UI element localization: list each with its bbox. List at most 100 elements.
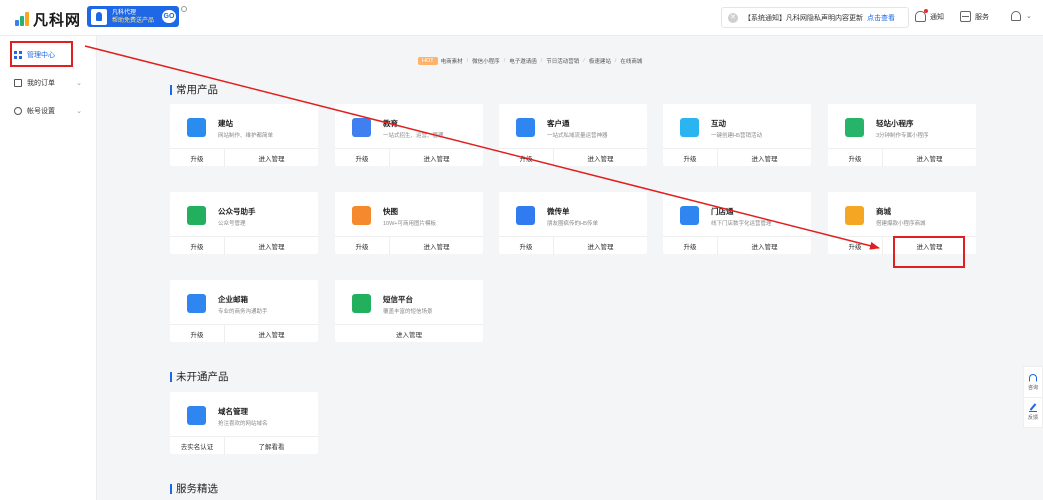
chevron-down-icon: ⌄ — [76, 80, 82, 87]
product-actions: 升级 进入管理 — [499, 148, 647, 167]
hot-link[interactable]: 微信小程序 — [472, 57, 500, 65]
upgrade-button[interactable]: 升级 — [335, 237, 390, 255]
manage-button[interactable]: 进入管理 — [225, 325, 318, 343]
section-title: 未开通产品 — [176, 371, 229, 383]
education-icon — [352, 118, 371, 137]
manage-button[interactable]: 进入管理 — [718, 237, 811, 255]
manage-button[interactable]: 了解看看 — [225, 437, 318, 455]
manage-button[interactable]: 进入管理 — [883, 149, 976, 167]
product-description: 一站式招生、运营、管理 — [383, 133, 444, 139]
sidebar-item-label: 帐号设置 — [27, 108, 55, 115]
sidebar-item-account-settings[interactable]: 帐号设置 ⌄ — [0, 101, 97, 121]
product-title: 短信平台 — [383, 295, 413, 304]
manage-button[interactable]: 进入管理 — [225, 237, 318, 255]
service-label: 服务 — [975, 13, 989, 21]
upgrade-button[interactable]: 升级 — [663, 237, 718, 255]
upgrade-button[interactable]: 升级 — [335, 149, 390, 167]
notify-button[interactable]: 通知 — [915, 9, 944, 22]
notice-close-icon[interactable]: ✕ — [728, 12, 738, 23]
system-notice[interactable]: ✕ 【系统通知】凡科网隐私声明内容更新 点击查看 — [721, 7, 909, 28]
sms-icon — [352, 294, 371, 313]
upgrade-button[interactable]: 升级 — [663, 149, 718, 167]
upgrade-button[interactable]: 升级 — [499, 237, 554, 255]
product-description: 公众号管理 — [218, 221, 246, 227]
feedback-button[interactable]: 反馈 — [1024, 397, 1042, 427]
upgrade-button[interactable]: 升级 — [828, 149, 883, 167]
product-card: 公众号助手公众号管理升级 进入管理 — [170, 192, 318, 255]
hot-link[interactable]: 极速建站 — [589, 57, 611, 65]
user-menu[interactable]: ⌄ — [1011, 11, 1032, 21]
product-title: 商城 — [876, 207, 891, 216]
product-description: 搭建爆款小程序商城 — [876, 221, 926, 227]
product-title: 公众号助手 — [218, 207, 256, 216]
manage-button[interactable]: 进入管理 — [225, 149, 318, 167]
product-card: 域名管理 抢注喜欢的网站域名 去实名认证 了解看看 — [170, 392, 318, 455]
hot-link[interactable]: 电子邀请函 — [509, 57, 537, 65]
product-actions: 升级 进入管理 — [828, 148, 976, 167]
sidebar-item-management-center[interactable]: 管理中心 — [0, 45, 97, 65]
upgrade-button[interactable]: 升级 — [828, 237, 883, 255]
product-card: 教育 一站式招生、运营、管理 升级 进入管理 — [335, 104, 483, 167]
wechat-assistant-icon — [187, 206, 206, 225]
agent-promo-banner[interactable]: 凡科代理 帮助免费送产品 GO — [87, 6, 179, 27]
user-icon — [1011, 11, 1021, 21]
product-card: 微传单 朋友圈疯传的H5传单 升级 进入管理 — [499, 192, 647, 255]
product-description: 专业的商务沟通助手 — [218, 309, 268, 315]
unread-dot — [924, 9, 928, 13]
manage-button[interactable]: 进入管理 — [390, 237, 483, 255]
product-title: 门店通 — [711, 207, 734, 216]
manage-button[interactable]: 进入管理 — [554, 237, 647, 255]
manage-button[interactable]: 进入管理 — [554, 149, 647, 167]
product-description: 3分钟制作专属小程序 — [876, 133, 929, 139]
product-title: 企业邮箱 — [218, 295, 248, 304]
product-card: 商城搭建爆款小程序商城升级 进入管理 — [828, 192, 976, 255]
section-title: 常用产品 — [176, 84, 218, 96]
notice-link[interactable]: 点击查看 — [867, 13, 895, 23]
manage-button[interactable]: 进入管理 — [883, 237, 976, 255]
product-card: 门店通 线下门店数字化运营管理 升级 进入管理 — [663, 192, 811, 255]
upgrade-button[interactable]: 升级 — [499, 149, 554, 167]
product-actions: 升级 进入管理 — [663, 148, 811, 167]
upgrade-button[interactable]: 去实名认证 — [170, 437, 225, 455]
upgrade-button[interactable]: 升级 — [170, 325, 225, 343]
grid-icon — [14, 51, 22, 59]
website-icon — [187, 118, 206, 137]
hot-link[interactable]: 电商素材 — [441, 57, 463, 65]
product-card: 企业邮箱专业的商务沟通助手升级 进入管理 — [170, 280, 318, 343]
upgrade-button[interactable]: 升级 — [170, 237, 225, 255]
sidebar-item-label: 管理中心 — [27, 52, 55, 59]
product-actions: 去实名认证 了解看看 — [170, 436, 318, 455]
top-bar: 凡科网 凡科代理 帮助免费送产品 GO ✕ 【系统通知】凡科网隐私声明内容更新 … — [0, 0, 1043, 36]
product-card: 短信平台 覆盖丰富的短信场景 进入管理 — [335, 280, 483, 342]
settings-icon — [14, 107, 22, 115]
product-actions: 升级 进入管理 — [663, 236, 811, 255]
upgrade-button[interactable]: 升级 — [170, 149, 225, 167]
section-common-products: 常用产品 — [170, 82, 218, 97]
consult-button[interactable]: 咨询 — [1024, 367, 1042, 397]
promo-go-button[interactable]: GO — [162, 10, 176, 23]
service-button[interactable]: 服务 — [960, 11, 989, 22]
link-separator: / — [614, 58, 617, 64]
brand-logo[interactable]: 凡科网 — [14, 9, 81, 30]
hot-link[interactable]: 节日活动营销 — [546, 57, 579, 65]
consult-label: 咨询 — [1027, 384, 1038, 391]
product-card: 客户通 一站式私域流量运营神器 升级 进入管理 — [499, 104, 647, 167]
section-marker — [170, 84, 172, 95]
gift-icon — [680, 118, 699, 137]
product-card: 轻站小程序 3分钟制作专属小程序 升级 进入管理 — [828, 104, 976, 167]
product-actions: 升级 进入管理 — [335, 236, 483, 255]
manage-button[interactable]: 进入管理 — [390, 149, 483, 167]
section-marker — [170, 483, 172, 494]
promo-close-icon[interactable] — [181, 6, 187, 12]
agent-avatar-icon — [91, 8, 107, 25]
section-title: 服务精选 — [176, 483, 218, 495]
sidebar-item-my-orders[interactable]: 我的订单 ⌄ — [0, 73, 97, 93]
link-separator: / — [466, 58, 469, 64]
manage-button[interactable]: 进入管理 — [335, 325, 483, 343]
product-description: 一站式私域流量运营神器 — [547, 133, 608, 139]
product-title: 快图 — [383, 207, 398, 216]
manage-button[interactable]: 进入管理 — [718, 149, 811, 167]
product-description: 网站制作、维护都简单 — [218, 133, 274, 139]
pencil-icon — [1029, 404, 1037, 412]
hot-link[interactable]: 在线商城 — [620, 57, 642, 65]
